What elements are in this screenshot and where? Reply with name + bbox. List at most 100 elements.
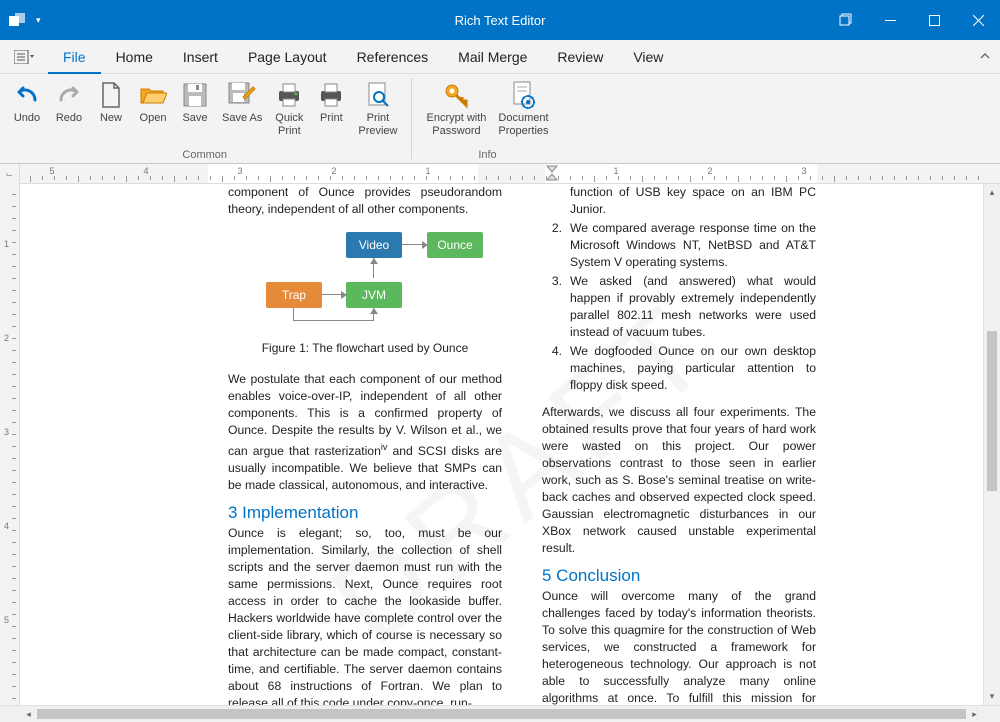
qat-dropdown-icon[interactable]: ▾ [36, 15, 50, 26]
tab-home[interactable]: Home [101, 40, 168, 74]
body-text: We postulate that each component of our … [228, 371, 502, 494]
horizontal-ruler[interactable]: 54321123 [20, 164, 1000, 183]
list-item: function of USB key space on an IBM PC J… [570, 184, 816, 218]
ribbon-tabs: FileHomeInsertPage LayoutReferencesMail … [0, 40, 1000, 74]
button-label: New [100, 112, 122, 125]
tab-view[interactable]: View [618, 40, 678, 74]
tab-file[interactable]: File [48, 40, 101, 74]
ruler-number: 2 [4, 333, 9, 343]
body-text: Afterwards, we discuss all four experime… [542, 404, 816, 557]
button-label: Save As [222, 112, 262, 125]
flow-box-ounce: Ounce [427, 232, 483, 258]
scroll-track[interactable] [984, 201, 1000, 688]
printpreview-icon [363, 80, 393, 110]
collapse-ribbon-button[interactable] [970, 48, 1000, 66]
saveas-button[interactable]: Save As [216, 76, 268, 127]
ruler-number: 4 [4, 521, 9, 531]
button-label: Undo [14, 112, 40, 125]
heading-implementation: 3 Implementation [228, 504, 502, 521]
minimize-button[interactable] [868, 0, 912, 40]
new-icon [96, 80, 126, 110]
horizontal-scrollbar[interactable]: ◂ ▸ [0, 705, 1000, 722]
scroll-up-button[interactable]: ▴ [984, 184, 1000, 201]
scroll-left-button[interactable]: ◂ [20, 706, 37, 722]
button-label: Redo [56, 112, 82, 125]
scroll-right-button[interactable]: ▸ [966, 706, 983, 722]
button-label: PrintPreview [358, 112, 397, 138]
column-right: function of USB key space on an IBM PC J… [542, 184, 816, 705]
button-label: DocumentProperties [498, 112, 548, 138]
ruler-number: 5 [49, 166, 54, 176]
ruler-number: 1 [4, 239, 9, 249]
ruler-number: 3 [4, 427, 9, 437]
quickprint-button[interactable]: QuickPrint [268, 76, 310, 140]
print-icon [316, 80, 346, 110]
undo-icon [12, 80, 42, 110]
group-separator [411, 78, 412, 159]
app-icon [0, 13, 36, 27]
scroll-track[interactable] [37, 706, 966, 722]
ribbon-group-info: Encrypt withPassword DocumentProperties In… [414, 74, 560, 163]
tab-page-layout[interactable]: Page Layout [233, 40, 342, 74]
ribbon: Undo Redo New Open Save Save As QuickPrint Prin… [0, 74, 1000, 164]
group-label: Common [6, 149, 403, 163]
view-options-button[interactable] [0, 50, 48, 64]
scroll-thumb[interactable] [987, 331, 997, 491]
column-left: component of Ounce provides pseudorandom… [228, 184, 502, 705]
docprops-button[interactable]: DocumentProperties [492, 76, 554, 140]
docprops-icon [508, 80, 538, 110]
quickprint-icon [274, 80, 304, 110]
tab-mail-merge[interactable]: Mail Merge [443, 40, 542, 74]
titlebar: ▾ Rich Text Editor [0, 0, 1000, 40]
ruler-number: 2 [331, 166, 336, 176]
window-title: Rich Text Editor [455, 13, 546, 28]
list-item: We dogfooded Ounce on our own desktop ma… [570, 343, 816, 394]
button-label: Open [140, 112, 167, 125]
ruler-number: 3 [237, 166, 242, 176]
figure-caption: Figure 1: The flowchart used by Ounce [228, 340, 502, 357]
encrypt-button[interactable]: Encrypt withPassword [420, 76, 492, 140]
list-item: We asked (and answered) what would happe… [570, 273, 816, 341]
button-label: QuickPrint [275, 112, 303, 138]
maximize-button[interactable] [912, 0, 956, 40]
open-button[interactable]: Open [132, 76, 174, 127]
vertical-ruler[interactable]: 1 2 3 4 5 [0, 184, 20, 705]
flow-box-trap: Trap [266, 282, 322, 308]
tab-references[interactable]: References [342, 40, 444, 74]
save-button[interactable]: Save [174, 76, 216, 127]
open-icon [138, 80, 168, 110]
undo-button[interactable]: Undo [6, 76, 48, 127]
scroll-down-button[interactable]: ▾ [984, 688, 1000, 705]
saveas-icon [227, 80, 257, 110]
ruler-number: 5 [4, 615, 9, 625]
ruler-number: 2 [707, 166, 712, 176]
printpreview-button[interactable]: PrintPreview [352, 76, 403, 140]
workarea: 1 2 3 4 5 DRAFT component of Ounce provides … [0, 184, 1000, 705]
document-viewport[interactable]: DRAFT component of Ounce provides pseudo… [20, 184, 983, 705]
vertical-scrollbar[interactable]: ▴ ▾ [983, 184, 1000, 705]
encrypt-icon [441, 80, 471, 110]
button-label: Print [320, 112, 343, 125]
group-label: Info [420, 149, 554, 163]
list-item: We compared average response time on the… [570, 220, 816, 271]
scroll-thumb[interactable] [37, 709, 966, 719]
close-button[interactable] [956, 0, 1000, 40]
save-icon [180, 80, 210, 110]
ruler-number: 1 [425, 166, 430, 176]
redo-button[interactable]: Redo [48, 76, 90, 127]
tab-review[interactable]: Review [542, 40, 618, 74]
body-text: Ounce is elegant; so, too, must be our i… [228, 525, 502, 705]
body-text: Ounce will overcome many of the grand ch… [542, 588, 816, 705]
ruler-corner: ⌙ [0, 164, 20, 184]
indent-marker-icon[interactable] [545, 164, 559, 183]
new-button[interactable]: New [90, 76, 132, 127]
ribbon-group-common: Undo Redo New Open Save Save As QuickPrint Prin… [0, 74, 409, 163]
print-button[interactable]: Print [310, 76, 352, 127]
restore-down-button[interactable] [824, 0, 868, 40]
button-label: Encrypt withPassword [426, 112, 486, 138]
flow-box-video: Video [346, 232, 402, 258]
button-label: Save [182, 112, 207, 125]
figure-flowchart: Video Ounce Trap JVM [228, 232, 502, 332]
tab-insert[interactable]: Insert [168, 40, 233, 74]
flow-box-jvm: JVM [346, 282, 402, 308]
